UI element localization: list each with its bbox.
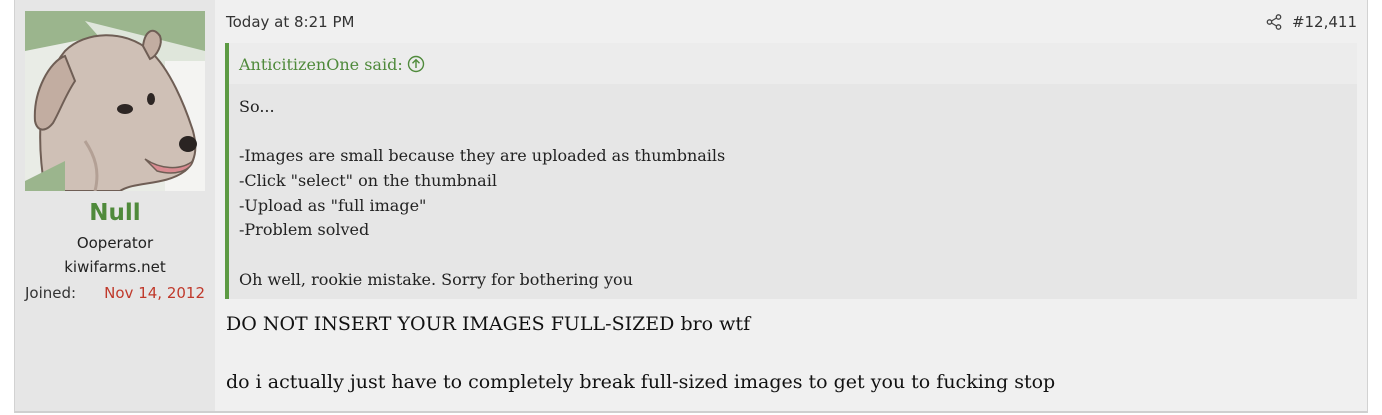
quote-line: [239, 120, 1339, 145]
message-line: DO NOT INSERT YOUR IMAGES FULL-SIZED bro…: [226, 313, 751, 335]
quote-line: -Images are small because they are uploa…: [239, 146, 726, 166]
quote-line: Oh well, rookie mistake. Sorry for bothe…: [239, 269, 633, 289]
quote-block: AnticitizenOne said: So... -Images are s…: [225, 43, 1357, 299]
user-banner: kiwifarms.net: [64, 258, 166, 276]
quote-line: -Upload as "full image": [239, 195, 427, 215]
arrow-up-circle-icon[interactable]: [407, 55, 425, 73]
quote-line: So...: [239, 97, 275, 116]
post-number-link[interactable]: #12,411: [1292, 13, 1357, 31]
quote-body: So... -Images are small because they are…: [239, 95, 1339, 293]
quote-line: -Click "select" on the thumbnail: [239, 171, 497, 191]
quote-line: -Problem solved: [239, 220, 370, 240]
post-timestamp[interactable]: Today at 8:21 PM: [226, 13, 354, 31]
post-message: DO NOT INSERT YOUR IMAGES FULL-SIZED bro…: [226, 310, 1356, 397]
joined-date: Nov 14, 2012: [104, 284, 205, 302]
quote-author-link[interactable]: AnticitizenOne said:: [239, 55, 403, 74]
forum-post: Null Ooperator kiwifarms.net Joined: Nov…: [14, 0, 1368, 413]
joined-label: Joined:: [25, 284, 77, 302]
share-icon[interactable]: [1266, 14, 1282, 30]
dog-avatar-icon: [25, 11, 205, 191]
username[interactable]: Null: [15, 200, 215, 226]
quote-header: AnticitizenOne said:: [229, 43, 1357, 84]
user-info-panel: Null Ooperator kiwifarms.net Joined: Nov…: [15, 0, 215, 411]
user-title: Ooperator: [76, 234, 154, 252]
quote-line: [239, 243, 1339, 268]
message-line: do i actually just have to completely br…: [226, 371, 1056, 393]
post-main: Today at 8:21 PM #12,411 AnticitizenOne …: [215, 0, 1367, 411]
user-avatar[interactable]: [25, 11, 205, 191]
message-line: [226, 339, 1356, 368]
